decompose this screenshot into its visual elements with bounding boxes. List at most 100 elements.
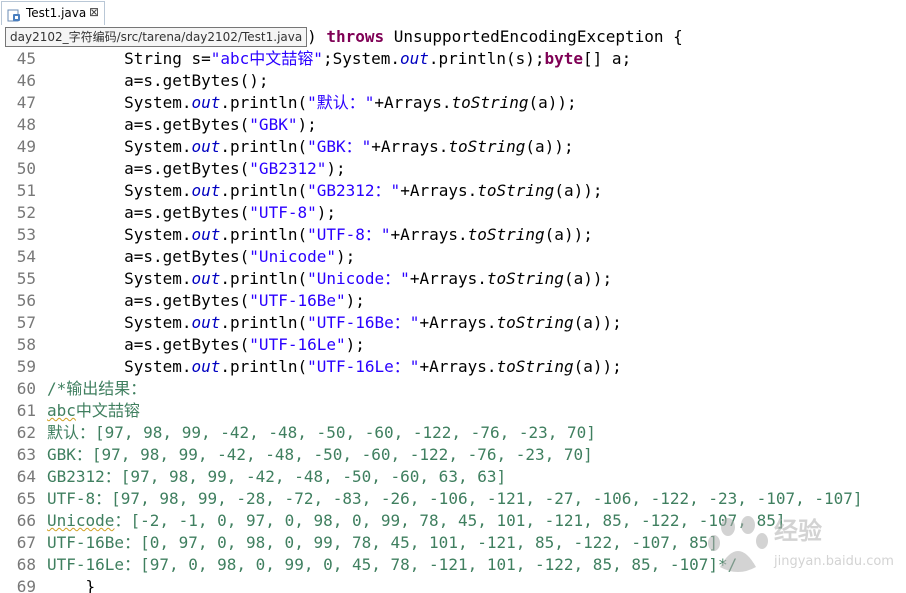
code-text[interactable]: System.out.println("GB2312："+Arrays.toSt… [47, 180, 602, 202]
code-token: .println(s); [428, 49, 545, 68]
code-line[interactable]: 51 System.out.println("GB2312："+Arrays.t… [0, 180, 906, 202]
line-number: 51 [16, 181, 36, 200]
code-token: "默认：" [307, 93, 375, 112]
code-line[interactable]: 61 abc中文喆镕 [0, 400, 906, 422]
close-icon[interactable]: ⊠ [89, 5, 99, 19]
code-text[interactable]: System.out.println("UTF-16Be："+Arrays.to… [47, 312, 622, 334]
code-token: UnsupportedEncodingException { [384, 27, 683, 46]
code-text[interactable]: abc中文喆镕 [47, 400, 140, 422]
code-token: GB2312：[97, 98, 99, -42, -48, -50, -60, … [47, 467, 507, 486]
editor-tab-test1[interactable]: Test1.java ⊠ [1, 1, 105, 25]
code-line[interactable]: 48 a=s.getBytes("GBK"); [0, 114, 906, 136]
code-text[interactable]: a=s.getBytes(); [47, 70, 269, 92]
code-text[interactable]: a=s.getBytes("UTF-8"); [47, 202, 336, 224]
code-token: out [191, 313, 221, 332]
code-text[interactable]: GBK：[97, 98, 99, -42, -48, -50, -60, -12… [47, 444, 593, 466]
line-number: 61 [16, 401, 36, 420]
java-file-icon [7, 7, 21, 22]
code-token: toString [486, 269, 564, 288]
code-text[interactable]: String s="abc中文喆镕";System.out.println(s)… [47, 48, 631, 70]
line-number: 62 [16, 423, 36, 442]
code-line[interactable]: 45 String s="abc中文喆镕";System.out.println… [0, 48, 906, 70]
code-text[interactable]: a=s.getBytes("UTF-16Be"); [47, 290, 365, 312]
line-number: 60 [16, 379, 36, 398]
code-token: ); [345, 335, 365, 354]
code-token: .println( [220, 137, 308, 156]
line-number: 49 [16, 137, 36, 156]
code-line[interactable]: 57 System.out.println("UTF-16Be："+Arrays… [0, 312, 906, 334]
code-text[interactable]: Unicode：[-2, -1, 0, 97, 0, 98, 0, 99, 78… [47, 510, 785, 532]
code-token: +Arrays. [400, 181, 478, 200]
code-text[interactable]: /*输出结果： [47, 378, 146, 400]
code-line[interactable]: 54 a=s.getBytes("Unicode"); [0, 246, 906, 268]
code-token: "UTF-16Le" [249, 335, 346, 354]
code-text[interactable]: System.out.println("Unicode："+Arrays.toS… [47, 268, 612, 290]
code-token: out [191, 93, 221, 112]
code-text[interactable]: } [47, 576, 96, 593]
code-line[interactable]: 55 System.out.println("Unicode："+Arrays.… [0, 268, 906, 290]
code-line[interactable]: 49 System.out.println("GBK："+Arrays.toSt… [0, 136, 906, 158]
line-number: 68 [16, 555, 36, 574]
code-text[interactable]: a=s.getBytes("UTF-16Le"); [47, 334, 365, 356]
code-line[interactable]: 47 System.out.println("默认："+Arrays.toStr… [0, 92, 906, 114]
code-line[interactable]: 59 System.out.println("UTF-16Le："+Arrays… [0, 356, 906, 378]
code-line[interactable]: 46 a=s.getBytes(); [0, 70, 906, 92]
code-text[interactable]: a=s.getBytes("GBK"); [47, 114, 317, 136]
line-number: 57 [16, 313, 36, 332]
code-token: "Unicode" [249, 247, 336, 266]
code-line[interactable]: 58 a=s.getBytes("UTF-16Le"); [0, 334, 906, 356]
code-token: byte [544, 49, 584, 68]
code-token: .println( [220, 313, 308, 332]
code-text[interactable]: UTF-16Be：[0, 97, 0, 98, 0, 99, 78, 45, 1… [47, 532, 718, 554]
code-line[interactable]: 63 GBK：[97, 98, 99, -42, -48, -50, -60, -… [0, 444, 906, 466]
line-number: 58 [16, 335, 36, 354]
code-token: "UTF-16Le：" [307, 357, 420, 376]
code-token: (a)); [573, 313, 622, 332]
code-token: ); [316, 203, 336, 222]
code-line[interactable]: 60 /*输出结果： [0, 378, 906, 400]
code-token: System. [47, 225, 192, 244]
code-token: System. [47, 357, 192, 376]
code-token: "GB2312" [249, 159, 327, 178]
code-line[interactable]: 53 System.out.println("UTF-8："+Arrays.to… [0, 224, 906, 246]
code-text[interactable]: System.out.println("UTF-16Le："+Arrays.to… [47, 356, 622, 378]
code-token: ); [336, 247, 356, 266]
code-line[interactable]: 64 GB2312：[97, 98, 99, -42, -48, -50, -60… [0, 466, 906, 488]
code-line[interactable]: 62 默认：[97, 98, 99, -42, -48, -50, -60, -1… [0, 422, 906, 444]
code-line[interactable]: 56 a=s.getBytes("UTF-16Be"); [0, 290, 906, 312]
code-token: (a)); [528, 93, 577, 112]
code-token: toString [467, 225, 545, 244]
code-token: ;System. [322, 49, 400, 68]
code-text[interactable]: 默认：[97, 98, 99, -42, -48, -50, -60, -122… [47, 422, 596, 444]
code-text[interactable]: UTF-16Le：[97, 0, 98, 0, 99, 0, 45, 78, -… [47, 554, 737, 576]
code-text[interactable]: GB2312：[97, 98, 99, -42, -48, -50, -60, … [47, 466, 506, 488]
code-text[interactable]: a=s.getBytes("GB2312"); [47, 158, 346, 180]
code-text[interactable]: System.out.println("GBK："+Arrays.toStrin… [47, 136, 574, 158]
code-token: UTF-16Be：[0, 97, 0, 98, 0, 99, 78, 45, 1… [47, 533, 719, 552]
code-token: a=s.getBytes( [47, 247, 250, 266]
code-token: out [191, 269, 221, 288]
code-text[interactable]: a=s.getBytes("Unicode"); [47, 246, 355, 268]
code-token: ：[-2, -1, 0, 97, 0, 98, 0, 99, 78, 45, 1… [114, 511, 786, 530]
code-token: abc [47, 401, 76, 420]
code-token: out [400, 49, 429, 68]
code-token: +Arrays. [419, 313, 497, 332]
code-token: 中文喆镕 [75, 401, 140, 420]
code-text[interactable]: System.out.println("默认："+Arrays.toString… [47, 92, 577, 114]
code-token: +Arrays. [374, 93, 452, 112]
code-line[interactable]: 52 a=s.getBytes("UTF-8"); [0, 202, 906, 224]
line-number: 52 [16, 203, 36, 222]
code-token: System. [47, 313, 192, 332]
code-token: .println( [220, 357, 308, 376]
code-token: toString [496, 313, 574, 332]
code-token: System. [47, 269, 192, 288]
code-token: toString [477, 181, 555, 200]
line-number: 56 [16, 291, 36, 310]
code-token: .println( [220, 225, 308, 244]
code-line[interactable]: 50 a=s.getBytes("GB2312"); [0, 158, 906, 180]
code-token: a=s.getBytes( [47, 115, 250, 134]
code-text[interactable]: System.out.println("UTF-8："+Arrays.toStr… [47, 224, 593, 246]
code-token: "UTF-8：" [307, 225, 391, 244]
code-token: out [191, 137, 221, 156]
code-token: .println( [220, 181, 308, 200]
